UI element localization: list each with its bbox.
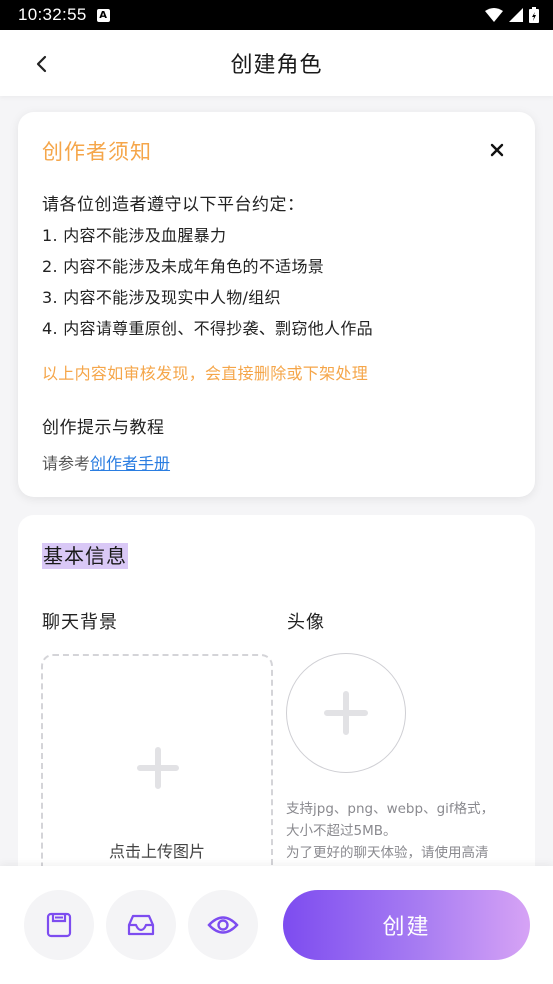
create-button[interactable]: 创建: [283, 890, 530, 960]
notification-a-icon: A: [96, 8, 110, 22]
avatar-hint-line: 为了更好的聊天体验，请使用高清: [286, 845, 489, 861]
save-draft-button[interactable]: [24, 890, 94, 960]
avatar-hint-line: 大小不超过5MB。: [286, 823, 397, 839]
back-button[interactable]: [28, 50, 56, 78]
app-header: 创建角色: [0, 30, 553, 96]
close-notice-button[interactable]: [487, 140, 507, 160]
background-upload-area[interactable]: 点击上传图片: [41, 654, 273, 894]
tips-title: 创作提示与教程: [42, 418, 165, 438]
chat-background-label: 聊天背景: [42, 612, 118, 633]
rule-item: 2. 内容不能涉及未成年角色的不适场景: [42, 257, 325, 276]
wifi-icon: [485, 8, 503, 22]
battery-icon: [529, 7, 539, 23]
basic-info-title: 基本信息: [42, 543, 128, 569]
eye-icon: [207, 916, 239, 934]
rule-list: 1. 内容不能涉及血腥暴力 2. 内容不能涉及未成年角色的不适场景 3. 内容不…: [42, 224, 373, 348]
bottom-action-bar: 创建: [0, 866, 553, 984]
creator-handbook-link[interactable]: 创作者手册: [90, 454, 170, 473]
inbox-button[interactable]: [106, 890, 176, 960]
rule-item: 3. 内容不能涉及现实中人物/组织: [42, 288, 281, 307]
plus-icon: [137, 747, 179, 789]
save-icon: [46, 912, 72, 938]
rule-item: 1. 内容不能涉及血腥暴力: [42, 226, 227, 245]
creator-notice-card: 创作者须知 请各位创造者遵守以下平台约定： 1. 内容不能涉及血腥暴力 2. 内…: [18, 112, 535, 497]
page-title: 创建角色: [230, 53, 323, 78]
preview-button[interactable]: [188, 890, 258, 960]
signal-icon: [509, 8, 523, 22]
close-icon: [490, 143, 504, 157]
notice-title: 创作者须知: [42, 140, 152, 164]
avatar-label: 头像: [287, 612, 325, 633]
status-bar: 10:32:55 A: [0, 0, 553, 30]
plus-icon: [324, 691, 368, 735]
tips-prefix: 请参考: [42, 454, 91, 473]
status-icons: [485, 7, 539, 23]
avatar-upload-button[interactable]: [286, 653, 406, 773]
status-time: 10:32:55: [18, 5, 87, 24]
rule-item: 4. 内容请尊重原创、不得抄袭、剽窃他人作品: [42, 319, 373, 338]
tips-line: 请参考创作者手册: [42, 450, 170, 474]
avatar-hint: 支持jpg、png、webp、gif格式， 大小不超过5MB。 为了更好的聊天体…: [286, 798, 516, 864]
chevron-left-icon: [36, 55, 47, 73]
review-warning: 以上内容如审核发现，会直接删除或下架处理: [42, 364, 369, 383]
inbox-icon: [127, 914, 155, 936]
avatar-hint-line: 支持jpg、png、webp、gif格式，: [286, 801, 495, 817]
notice-intro: 请各位创造者遵守以下平台约定：: [42, 195, 305, 215]
upload-text: 点击上传图片: [108, 842, 205, 861]
